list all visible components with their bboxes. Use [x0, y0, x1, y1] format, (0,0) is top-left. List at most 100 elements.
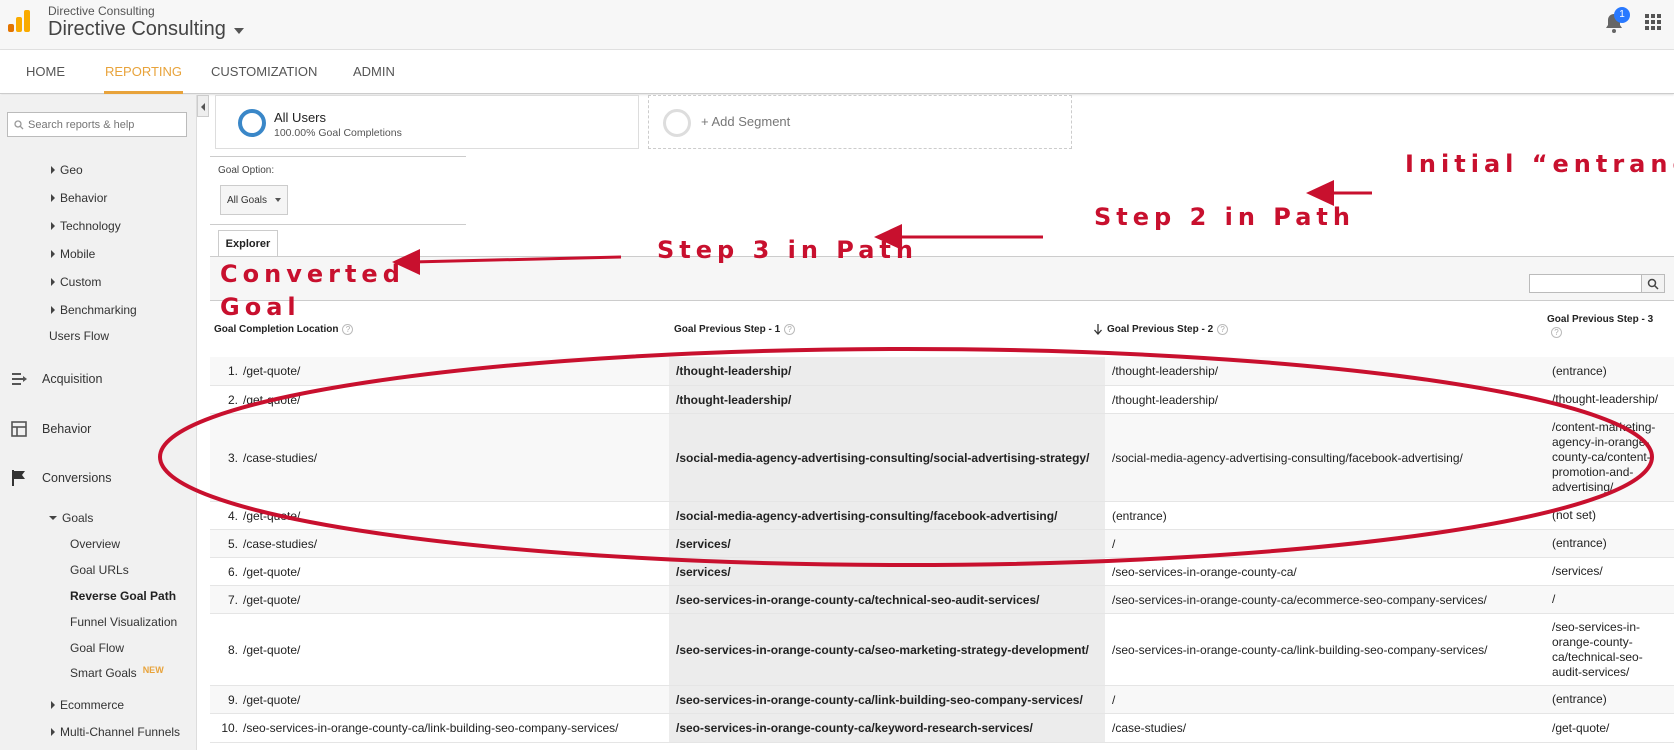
table-row[interactable]: 9. /get-quote/ /seo-services-in-orange-cou…: [210, 686, 1674, 714]
apps-grid-icon[interactable]: [1645, 14, 1661, 30]
tab-reporting[interactable]: REPORTING: [104, 50, 184, 94]
previous-step-1-cell[interactable]: /seo-services-in-orange-county-ca/seo-ma…: [669, 614, 1105, 685]
table-search-button[interactable]: [1641, 274, 1665, 293]
table-row[interactable]: 3. /case-studies/ /social-media-agency-adv…: [210, 414, 1674, 502]
previous-step-1-cell[interactable]: /seo-services-in-orange-county-ca/link-b…: [669, 686, 1105, 713]
previous-step-2-cell[interactable]: /: [1105, 530, 1545, 557]
sidebar-collapse-button[interactable]: [197, 95, 209, 117]
table-row[interactable]: 1. /get-quote/ /thought-leadership/ /though…: [210, 357, 1674, 386]
table-row[interactable]: 5. /case-studies/ /services/ / (entrance): [210, 530, 1674, 558]
goal-completion-location-cell-text: /get-quote/: [243, 692, 301, 707]
previous-step-2-cell[interactable]: /thought-leadership/: [1105, 357, 1545, 385]
previous-step-3-cell[interactable]: /thought-leadership/: [1545, 386, 1669, 413]
previous-step-3-cell[interactable]: /get-quote/: [1545, 714, 1669, 742]
goal-completion-location-cell[interactable]: /get-quote/: [243, 357, 703, 385]
sidebar-item-users-flow[interactable]: Users Flow: [49, 329, 109, 343]
previous-step-1-cell[interactable]: /social-media-agency-advertising-consult…: [669, 414, 1105, 501]
sidebar-item-ecommerce[interactable]: Ecommerce: [51, 698, 124, 712]
previous-step-3-cell[interactable]: (entrance): [1545, 357, 1669, 385]
help-icon[interactable]: ?: [784, 324, 796, 335]
sidebar-item-geo[interactable]: Geo: [51, 163, 83, 177]
row-number: 10.: [221, 714, 238, 742]
sidebar-item-custom[interactable]: Custom: [51, 275, 101, 289]
previous-step-2-cell[interactable]: /seo-services-in-orange-county-ca/: [1105, 558, 1545, 585]
previous-step-1-cell[interactable]: /seo-services-in-orange-county-ca/keywor…: [669, 714, 1105, 742]
sidebar-item-behavior-audience[interactable]: Behavior: [51, 191, 107, 205]
goal-completion-location-cell[interactable]: /seo-services-in-orange-county-ca/link-b…: [243, 714, 703, 742]
goal-completion-location-cell-text: /get-quote/: [243, 364, 301, 378]
sidebar-item-smart-goals[interactable]: Smart Goals NEW: [70, 665, 164, 680]
sidebar-section-behavior[interactable]: Behavior: [10, 420, 91, 438]
previous-step-3-cell[interactable]: (not set): [1545, 502, 1669, 529]
sidebar-item-reverse-goal-path[interactable]: Reverse Goal Path: [70, 589, 176, 603]
search-input[interactable]: [28, 118, 178, 131]
goal-completion-location-cell[interactable]: /case-studies/: [243, 530, 703, 557]
sidebar-item-goal-urls[interactable]: Goal URLs: [70, 563, 129, 577]
previous-step-2-cell[interactable]: /thought-leadership/: [1105, 386, 1545, 413]
previous-step-3-cell[interactable]: (entrance): [1545, 686, 1669, 713]
table-row[interactable]: 6. /get-quote/ /services/ /seo-services-in-…: [210, 558, 1674, 586]
previous-step-3-cell[interactable]: (entrance): [1545, 530, 1669, 557]
previous-step-2-cell[interactable]: (entrance): [1105, 502, 1545, 529]
previous-step-2-cell[interactable]: /: [1105, 686, 1545, 713]
segment-all-users[interactable]: All Users 100.00% Goal Completions: [215, 95, 639, 149]
goal-option-select[interactable]: All Goals: [220, 185, 288, 215]
previous-step-2-cell[interactable]: /case-studies/: [1105, 714, 1545, 742]
goal-completion-location-cell[interactable]: /case-studies/: [243, 414, 703, 501]
column-header-previous-step-2[interactable]: Goal Previous Step - 2?: [1093, 324, 1229, 335]
sidebar-item-technology[interactable]: Technology: [51, 219, 121, 233]
table-row[interactable]: 8. /get-quote/ /seo-services-in-orange-cou…: [210, 614, 1674, 686]
sidebar-section-acquisition[interactable]: Acquisition: [10, 370, 102, 388]
previous-step-1-cell[interactable]: /seo-services-in-orange-county-ca/techni…: [669, 586, 1105, 613]
analytics-logo-icon[interactable]: [6, 8, 32, 34]
tab-explorer[interactable]: Explorer: [218, 230, 278, 257]
previous-step-2-cell[interactable]: /seo-services-in-orange-county-ca/ecomme…: [1105, 586, 1545, 613]
tab-admin[interactable]: ADMIN: [352, 50, 396, 94]
column-header-previous-step-1[interactable]: Goal Previous Step - 1?: [674, 324, 796, 335]
previous-step-3-cell[interactable]: /services/: [1545, 558, 1669, 585]
add-segment-button[interactable]: + Add Segment: [648, 95, 1072, 149]
previous-step-2-cell[interactable]: /seo-services-in-orange-county-ca/link-b…: [1105, 614, 1545, 685]
previous-step-3-cell[interactable]: /content-marketing-agency-in-orange-coun…: [1545, 414, 1669, 501]
help-icon[interactable]: ?: [1217, 324, 1229, 335]
goal-completion-location-cell[interactable]: /get-quote/: [243, 686, 703, 713]
previous-step-2-cell[interactable]: /social-media-agency-advertising-consult…: [1105, 414, 1545, 501]
column-header-goal-completion-location[interactable]: Goal Completion Location?: [214, 324, 354, 335]
previous-step-3-cell[interactable]: /: [1545, 586, 1669, 613]
tab-home[interactable]: HOME: [25, 50, 66, 94]
table-search-input[interactable]: [1529, 274, 1642, 293]
previous-step-3-cell[interactable]: /seo-services-in-orange-county-ca/techni…: [1545, 614, 1669, 685]
previous-step-1-cell[interactable]: /thought-leadership/: [669, 386, 1105, 413]
sidebar-item-goals[interactable]: Goals: [49, 511, 93, 525]
goal-completion-location-cell[interactable]: /get-quote/: [243, 614, 703, 685]
column-header-previous-step-3[interactable]: Goal Previous Step - 3?: [1547, 314, 1653, 338]
table-row[interactable]: 7. /get-quote/ /seo-services-in-orange-cou…: [210, 586, 1674, 614]
previous-step-1-cell-text: /social-media-agency-advertising-consult…: [676, 508, 1058, 523]
sidebar-item-goal-flow[interactable]: Goal Flow: [70, 641, 124, 655]
sidebar-search[interactable]: [7, 112, 187, 137]
table-row[interactable]: 10. /seo-services-in-orange-county-ca/lin…: [210, 714, 1674, 743]
goal-completion-location-cell[interactable]: /get-quote/: [243, 558, 703, 585]
goal-completion-location-cell[interactable]: /get-quote/: [243, 586, 703, 613]
sidebar-item-funnel-visualization[interactable]: Funnel Visualization: [70, 615, 177, 629]
sidebar-section-conversions[interactable]: Conversions: [10, 469, 111, 487]
sidebar-item-overview[interactable]: Overview: [70, 537, 120, 551]
sidebar-item-benchmarking[interactable]: Benchmarking: [51, 303, 137, 317]
sidebar-item-mobile[interactable]: Mobile: [51, 247, 95, 261]
sidebar-item-multi-channel-funnels[interactable]: Multi-Channel Funnels: [51, 725, 180, 739]
property-selector[interactable]: Directive Consulting: [48, 18, 244, 41]
help-icon[interactable]: ?: [342, 324, 354, 335]
table-row[interactable]: 2. /get-quote/ /thought-leadership/ /though…: [210, 386, 1674, 414]
search-icon: [1647, 278, 1659, 290]
tab-customization[interactable]: CUSTOMIZATION: [210, 50, 318, 94]
previous-step-1-cell[interactable]: /services/: [669, 530, 1105, 557]
goal-completion-location-cell-text: /get-quote/: [243, 564, 301, 579]
previous-step-1-cell[interactable]: /services/: [669, 558, 1105, 585]
previous-step-1-cell[interactable]: /social-media-agency-advertising-consult…: [669, 502, 1105, 529]
help-icon[interactable]: ?: [1551, 327, 1562, 338]
goal-completion-location-cell[interactable]: /get-quote/: [243, 502, 703, 529]
previous-step-1-cell[interactable]: /thought-leadership/: [669, 357, 1105, 385]
goal-completion-location-cell[interactable]: /get-quote/: [243, 386, 703, 413]
table-row[interactable]: 4. /get-quote/ /social-media-agency-advert…: [210, 502, 1674, 530]
search-icon: [14, 119, 24, 129]
